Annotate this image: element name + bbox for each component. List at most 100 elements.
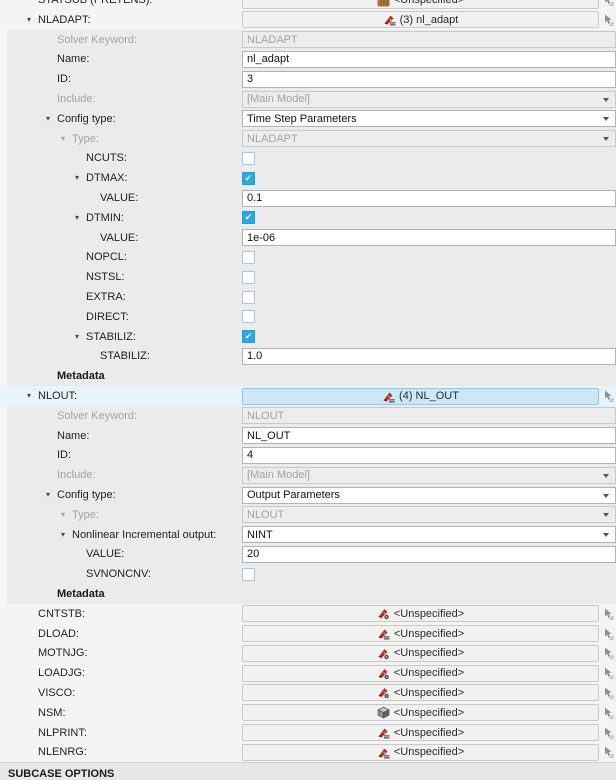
row-label-cell: Name: bbox=[0, 426, 242, 446]
property-row: DIRECT: bbox=[0, 306, 616, 327]
checkbox[interactable]: ✔ bbox=[242, 330, 255, 344]
checkbox[interactable] bbox=[242, 270, 255, 284]
row-label-cell: DLOAD: bbox=[0, 624, 242, 644]
entity-picker-cursor-icon[interactable] bbox=[603, 0, 614, 6]
entity-selector-field[interactable]: <Unspecified> bbox=[242, 0, 599, 9]
expand-collapse-arrow-icon[interactable]: ▾ bbox=[75, 174, 86, 182]
row-label: DIRECT: bbox=[86, 310, 129, 323]
expand-collapse-arrow-icon[interactable]: ▾ bbox=[46, 114, 57, 123]
entity-selector-field[interactable]: (3) nl_adapt bbox=[242, 11, 599, 29]
entity-selector-field[interactable]: <Unspecified> bbox=[242, 684, 599, 702]
section-header-label[interactable]: SUBCASE OPTIONS bbox=[8, 768, 114, 780]
checkbox[interactable] bbox=[242, 290, 255, 304]
entity-picker-cursor-icon[interactable] bbox=[603, 727, 614, 739]
text-input[interactable]: 20 bbox=[242, 545, 616, 563]
row-value-cell: <Unspecified> bbox=[242, 723, 616, 743]
entity-selector-field[interactable]: <Unspecified> bbox=[242, 605, 599, 623]
cube-icon bbox=[377, 706, 390, 719]
row-value-cell: <Unspecified> bbox=[242, 624, 616, 644]
row-label-cell: ▾ NLOUT: bbox=[0, 386, 242, 406]
dropdown-field: [Main Model] bbox=[242, 466, 616, 484]
dropdown-field[interactable]: Output Parameters bbox=[242, 486, 616, 504]
text-input[interactable]: 4 bbox=[242, 446, 616, 464]
property-row: ID: 4 bbox=[0, 445, 616, 466]
expand-collapse-arrow-icon[interactable]: ▾ bbox=[27, 15, 38, 24]
entity-selector-field[interactable]: <Unspecified> bbox=[242, 704, 599, 722]
expand-collapse-arrow-icon[interactable]: ▾ bbox=[61, 530, 72, 539]
property-row: NLENRG: <Unspecified> bbox=[0, 742, 616, 763]
row-value-cell: Time Step Parameters bbox=[242, 109, 616, 129]
property-row: LOADJG: <Unspecified> bbox=[0, 663, 616, 684]
row-label: Type: bbox=[72, 132, 99, 145]
text-input[interactable]: nl_adapt bbox=[242, 50, 616, 68]
text-input[interactable]: 1e-06 bbox=[242, 229, 616, 247]
dropdown-field[interactable]: Time Step Parameters bbox=[242, 110, 616, 128]
expand-collapse-arrow-icon[interactable]: ▾ bbox=[61, 134, 72, 143]
entity-picker-cursor-icon[interactable] bbox=[603, 707, 614, 719]
expand-collapse-arrow-icon[interactable]: ▾ bbox=[27, 392, 38, 400]
entity-picker-cursor-icon[interactable] bbox=[603, 390, 614, 402]
entity-picker-cursor-icon[interactable] bbox=[603, 647, 614, 659]
row-label-cell: Metadata bbox=[0, 366, 242, 386]
row-label-cell: SVNONCNV: bbox=[0, 564, 242, 584]
row-value-cell bbox=[242, 366, 616, 386]
property-row: ▾ Config type: Time Step Parameters bbox=[0, 108, 616, 129]
row-value-cell: ✔ bbox=[242, 168, 616, 188]
expand-collapse-arrow-icon[interactable]: ▾ bbox=[75, 332, 86, 341]
entity-picker-cursor-icon[interactable] bbox=[603, 687, 614, 699]
row-value-cell: <Unspecified> bbox=[242, 742, 616, 762]
row-label-cell: VALUE: bbox=[0, 545, 242, 565]
entity-selector-field[interactable]: <Unspecified> bbox=[242, 644, 599, 662]
expand-collapse-arrow-icon[interactable]: ▾ bbox=[75, 213, 86, 222]
pen-circle-icon bbox=[377, 686, 390, 699]
checkbox[interactable] bbox=[242, 151, 255, 165]
row-label-cell: ▾ Type: bbox=[0, 505, 242, 525]
property-row: MOTNJG: <Unspecified> bbox=[0, 643, 616, 664]
expand-collapse-arrow-icon[interactable]: ▾ bbox=[61, 510, 72, 519]
entity-picker-cursor-icon[interactable] bbox=[603, 608, 614, 620]
text-input[interactable]: 0.1 bbox=[242, 189, 616, 207]
row-value-cell: <Unspecified> bbox=[242, 644, 616, 664]
checkbox[interactable]: ✔ bbox=[242, 211, 255, 225]
row-label: Include: bbox=[57, 93, 96, 106]
row-label: EXTRA: bbox=[86, 291, 126, 304]
expand-collapse-arrow-icon[interactable]: ▾ bbox=[46, 491, 57, 499]
property-row: Name: NL_OUT bbox=[0, 425, 616, 446]
row-label-cell: ▾ DTMAX: bbox=[0, 168, 242, 188]
entity-selector-field[interactable]: <Unspecified> bbox=[242, 743, 599, 761]
entity-picker-cursor-icon[interactable] bbox=[603, 667, 614, 679]
text-input[interactable]: 3 bbox=[242, 70, 616, 88]
field-value-text: NLADAPT bbox=[247, 132, 298, 145]
checkbox[interactable] bbox=[242, 567, 255, 581]
entity-picker-cursor-icon[interactable] bbox=[603, 14, 614, 26]
entity-selector-field[interactable]: <Unspecified> bbox=[242, 625, 599, 643]
entity-selector-field[interactable]: <Unspecified> bbox=[242, 724, 599, 742]
entity-selector-field[interactable]: (4) NL_OUT bbox=[242, 387, 599, 405]
row-value-cell: <Unspecified> bbox=[242, 683, 616, 703]
checkbox[interactable] bbox=[242, 310, 255, 324]
checkbox[interactable]: ✔ bbox=[242, 171, 255, 185]
property-row: SVNONCNV: bbox=[0, 564, 616, 585]
row-label: NSTSL: bbox=[86, 271, 125, 284]
row-label[interactable]: Metadata bbox=[57, 588, 105, 600]
entity-selector-field[interactable]: <Unspecified> bbox=[242, 664, 599, 682]
pen-lines-icon bbox=[383, 13, 396, 26]
row-label-cell: Solver Keyword: bbox=[0, 406, 242, 426]
row-value-cell: NINT bbox=[242, 525, 616, 545]
dropdown-field[interactable]: NINT bbox=[242, 526, 616, 544]
entity-picker-cursor-icon[interactable] bbox=[603, 628, 614, 640]
row-label[interactable]: Metadata bbox=[57, 370, 105, 382]
row-label: Config type: bbox=[57, 489, 116, 502]
dropdown-field: NLOUT bbox=[242, 506, 616, 524]
row-value-cell bbox=[242, 248, 616, 268]
property-row: EXTRA: bbox=[0, 287, 616, 307]
checkbox[interactable] bbox=[242, 250, 255, 264]
entity-picker-cursor-icon[interactable] bbox=[603, 746, 614, 758]
text-input[interactable]: 1.0 bbox=[242, 347, 616, 365]
row-label: DLOAD: bbox=[38, 627, 79, 640]
row-label: NLENRG: bbox=[38, 746, 87, 759]
field-value-text: 1.0 bbox=[247, 350, 263, 363]
row-label-cell: NCUTS: bbox=[0, 149, 242, 169]
text-input[interactable]: NL_OUT bbox=[242, 427, 616, 445]
row-label: ID: bbox=[57, 449, 72, 462]
